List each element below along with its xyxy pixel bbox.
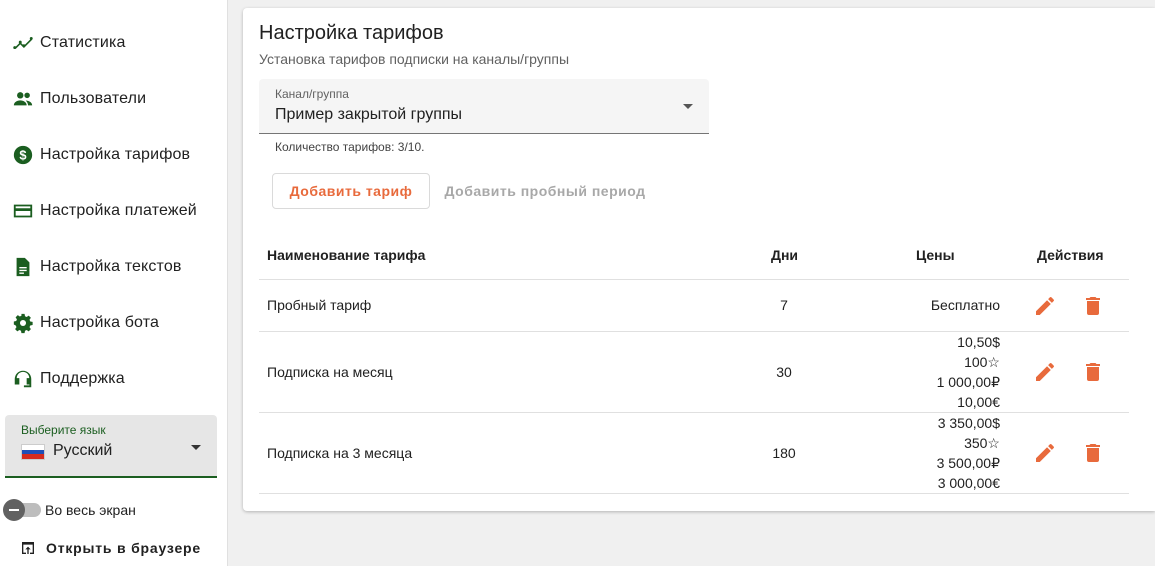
svg-text:$: $: [19, 148, 26, 163]
credit-card-icon: [11, 199, 35, 223]
open-in-browser-icon: [20, 540, 36, 556]
tariff-days: 7: [780, 297, 788, 313]
edit-icon[interactable]: [1033, 360, 1057, 384]
tariff-count: Количество тарифов: 3/10.: [275, 140, 425, 154]
edit-icon[interactable]: [1033, 441, 1057, 465]
tariff-name: Пробный тариф: [267, 297, 372, 313]
add-trial-period-button[interactable]: Добавить пробный период: [435, 173, 655, 209]
table-header: Наименование тарифа Дни Цены Действия: [259, 232, 1129, 280]
column-header-days: Дни: [771, 247, 799, 263]
tariff-prices: Бесплатно: [931, 295, 1000, 315]
tariff-days: 30: [776, 364, 792, 380]
toggle-thumb: [3, 499, 25, 521]
price-value: 350☆: [964, 435, 1000, 451]
fullscreen-toggle-row: Во весь экран: [3, 498, 136, 522]
price-value: 10,50$: [957, 334, 1000, 350]
sidebar-item-label: Пользователи: [40, 90, 147, 107]
sidebar-item-label: Поддержка: [40, 370, 125, 387]
delete-icon[interactable]: [1081, 441, 1105, 465]
language-select[interactable]: Выберите язык Русский: [5, 415, 217, 478]
price-value: 1 000,00₽: [936, 374, 1000, 390]
chart-line-icon: [11, 31, 35, 55]
sidebar-item-statistics[interactable]: Статистика: [0, 23, 228, 63]
sidebar-item-label: Настройка тарифов: [40, 146, 191, 163]
channel-select[interactable]: Канал/группа Пример закрытой группы: [259, 79, 709, 134]
edit-icon[interactable]: [1033, 294, 1057, 318]
sidebar-item-support[interactable]: Поддержка: [0, 359, 228, 399]
tariff-days: 180: [772, 445, 796, 461]
tariffs-table: Наименование тарифа Дни Цены Действия Пр…: [259, 232, 1129, 494]
price-value: 3 500,00₽: [936, 455, 1000, 471]
sidebar-item-label: Настройка текстов: [40, 258, 182, 275]
chevron-down-icon: [683, 104, 693, 109]
page-subtitle: Установка тарифов подписки на каналы/гру…: [259, 51, 570, 67]
channel-select-value: Пример закрытой группы: [275, 106, 463, 123]
delete-icon[interactable]: [1081, 360, 1105, 384]
tariff-prices: 10,50$ 100☆ 1 000,00₽ 10,00€: [937, 332, 1000, 412]
price-value: 100☆: [964, 354, 1000, 370]
document-icon: [11, 255, 35, 279]
page-title: Настройка тарифов: [259, 22, 444, 44]
sidebar-item-bot-settings[interactable]: Настройка бота: [0, 303, 228, 343]
table-row: Пробный тариф 7 Бесплатно: [259, 280, 1129, 332]
price-value: Бесплатно: [930, 297, 1000, 313]
dollar-circle-icon: $: [11, 143, 35, 167]
price-value: 3 350,00$: [937, 415, 1000, 431]
chevron-down-icon: [191, 445, 201, 450]
add-tariff-button[interactable]: Добавить тариф: [272, 173, 430, 209]
price-value: 3 000,00€: [937, 475, 1000, 491]
open-in-browser-button[interactable]: Открыть в браузере: [20, 537, 201, 559]
sidebar-item-texts[interactable]: Настройка текстов: [0, 247, 228, 287]
sidebar-item-label: Статистика: [40, 34, 126, 51]
price-value: 10,00€: [957, 394, 1000, 410]
fullscreen-label: Во весь экран: [45, 502, 136, 518]
users-icon: [11, 87, 35, 111]
column-header-name: Наименование тарифа: [267, 247, 426, 263]
column-header-actions: Действия: [1037, 247, 1104, 263]
channel-select-label: Канал/группа: [275, 87, 349, 101]
tariffs-card: Настройка тарифов Установка тарифов подп…: [243, 8, 1155, 511]
table-row: Подписка на 3 месяца 180 3 350,00$ 350☆ …: [259, 413, 1129, 494]
language-select-label: Выберите язык: [21, 423, 106, 437]
sidebar-item-tariffs[interactable]: $ Настройка тарифов: [0, 135, 228, 175]
russia-flag-icon: [21, 444, 45, 460]
sidebar: Статистика Пользователи $ Настройка тари…: [0, 0, 228, 566]
headset-icon: [11, 367, 35, 391]
sidebar-item-label: Настройка платежей: [40, 202, 197, 219]
tariff-name: Подписка на месяц: [267, 364, 393, 380]
table-row: Подписка на месяц 30 10,50$ 100☆ 1 000,0…: [259, 332, 1129, 413]
sidebar-item-users[interactable]: Пользователи: [0, 79, 228, 119]
delete-icon[interactable]: [1081, 294, 1105, 318]
tariff-prices: 3 350,00$ 350☆ 3 500,00₽ 3 000,00€: [937, 413, 1000, 493]
language-select-value: Русский: [53, 442, 113, 459]
gear-icon: [11, 311, 35, 335]
sidebar-item-label: Настройка бота: [40, 314, 160, 331]
open-in-browser-label: Открыть в браузере: [46, 540, 201, 556]
sidebar-item-payments[interactable]: Настройка платежей: [0, 191, 228, 231]
column-header-prices: Цены: [916, 247, 955, 263]
fullscreen-toggle[interactable]: [3, 499, 41, 521]
tariff-name: Подписка на 3 месяца: [267, 445, 413, 461]
